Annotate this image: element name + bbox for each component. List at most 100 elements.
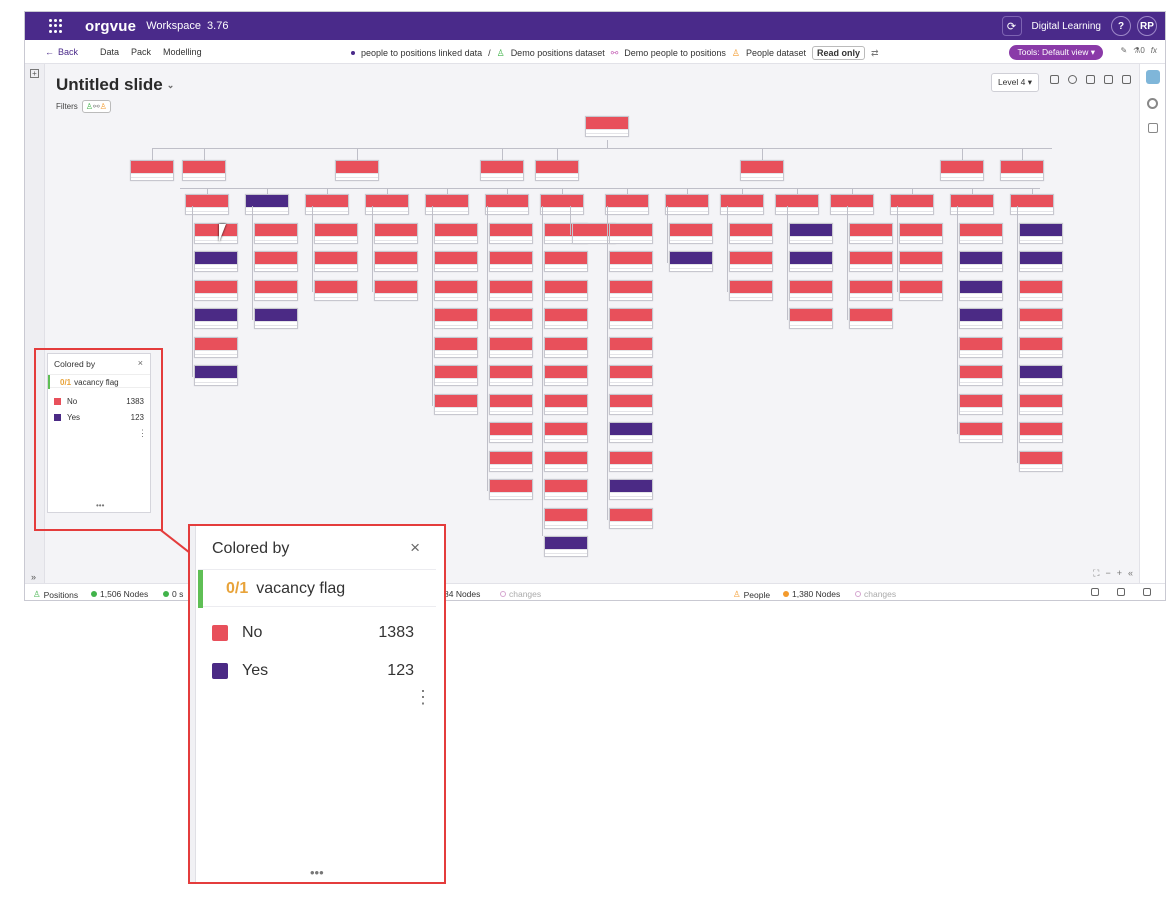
slide-title[interactable]: Untitled slide ⌄ [56,75,174,95]
org-node[interactable] [959,393,1003,415]
nav-data[interactable]: Data [100,47,119,57]
org-node[interactable] [544,393,588,415]
org-node[interactable] [489,365,533,386]
org-node[interactable] [544,308,588,329]
org-node[interactable] [959,251,1003,272]
status-changes-2[interactable]: changes [855,589,896,599]
swap-icon[interactable]: ⇄ [871,48,879,59]
org-node[interactable] [544,450,588,472]
expand-icon[interactable]: » [31,572,36,582]
org-node[interactable] [489,450,533,472]
org-node[interactable] [489,279,533,301]
flask-count[interactable]: ⚗0 [1133,46,1145,55]
org-node[interactable] [1019,422,1063,443]
org-node[interactable] [830,194,874,215]
circle-icon[interactable] [1147,98,1158,109]
settings-icon[interactable] [1147,123,1158,133]
org-node[interactable] [959,222,1003,244]
org-node[interactable] [374,222,418,244]
nav-modelling[interactable]: Modelling [163,47,202,57]
org-node[interactable] [434,308,478,329]
org-node[interactable] [489,308,533,329]
org-node[interactable] [959,336,1003,358]
org-node[interactable] [959,422,1003,443]
list-icon[interactable] [1050,75,1059,84]
org-node[interactable] [489,422,533,443]
org-node[interactable] [540,194,584,215]
org-node[interactable] [194,336,238,358]
org-node[interactable] [544,251,588,272]
org-node[interactable] [789,308,833,329]
crumb-people[interactable]: People dataset [746,48,806,58]
org-node[interactable] [194,365,238,386]
org-node[interactable] [130,160,174,181]
org-node[interactable] [669,222,713,244]
org-node[interactable] [544,507,588,529]
org-node[interactable] [1019,279,1063,301]
org-node[interactable] [314,222,358,244]
close-icon[interactable]: × [410,538,420,558]
org-node[interactable] [1000,160,1044,181]
org-node[interactable] [899,251,943,272]
org-node[interactable] [665,194,709,215]
nav-pack[interactable]: Pack [131,47,151,57]
org-node[interactable] [959,308,1003,329]
org-node[interactable] [1019,222,1063,244]
org-node[interactable] [544,365,588,386]
org-node[interactable] [899,279,943,301]
chevron-down-icon[interactable]: ⌄ [167,80,175,90]
org-node[interactable] [789,279,833,301]
org-node[interactable] [1019,308,1063,329]
org-node[interactable] [1019,336,1063,358]
org-node[interactable] [434,393,478,415]
org-node[interactable] [609,279,653,301]
fx-icon[interactable]: fx [1151,46,1157,55]
org-node[interactable] [609,450,653,472]
org-node[interactable] [194,279,238,301]
org-node[interactable] [544,422,588,443]
org-node[interactable] [254,251,298,272]
org-node[interactable] [434,279,478,301]
comment-icon[interactable] [1104,75,1113,84]
org-node[interactable] [480,160,524,181]
zoom-in-icon[interactable]: + [1117,568,1122,579]
filter-icon[interactable] [1086,75,1095,84]
trash-icon[interactable] [1143,588,1151,596]
fit-icon[interactable]: ⛶ [1093,568,1099,579]
status-changes-1[interactable]: changes [500,589,541,599]
add-node-icon[interactable] [1091,588,1099,596]
org-node[interactable] [609,479,653,500]
palette-icon[interactable] [1068,75,1077,84]
user-avatar[interactable]: RP [1137,16,1157,36]
org-node[interactable] [254,222,298,244]
back-button[interactable]: ← Back [45,47,78,57]
org-node[interactable] [434,222,478,244]
org-node[interactable] [194,308,238,329]
pin-icon[interactable]: ✎ [1120,46,1127,55]
org-node[interactable] [489,479,533,500]
org-node[interactable] [849,251,893,272]
org-name[interactable]: Digital Learning [1032,21,1102,32]
level-select[interactable]: Level 4 ▾ [990,73,1039,92]
org-node[interactable] [489,251,533,272]
org-node[interactable] [609,422,653,443]
org-node[interactable] [544,536,588,557]
org-node[interactable] [1019,450,1063,472]
org-node[interactable] [434,336,478,358]
orgvue-logo[interactable]: orgvue [85,18,136,35]
org-node[interactable] [729,222,773,244]
org-node[interactable] [489,336,533,358]
org-node[interactable] [194,251,238,272]
org-node[interactable] [535,160,579,181]
org-node[interactable] [959,365,1003,386]
org-node[interactable] [544,336,588,358]
tools-view-button[interactable]: Tools: Default view ▾ [1009,45,1103,60]
legend-item-no[interactable]: No 1383 [212,624,414,642]
org-node[interactable] [489,393,533,415]
org-node[interactable] [959,279,1003,301]
refresh-icon[interactable]: ⟳ [1001,16,1022,36]
zoom-out-icon[interactable]: − [1105,568,1110,579]
org-node[interactable] [609,308,653,329]
org-node[interactable] [609,393,653,415]
org-node[interactable] [740,160,784,181]
